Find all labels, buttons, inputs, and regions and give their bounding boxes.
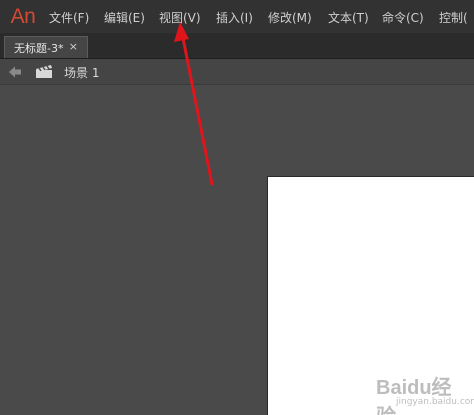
edit-bar: 场景 1 xyxy=(0,59,474,85)
menu-file[interactable]: 文件(F) xyxy=(49,9,89,26)
menu-text[interactable]: 文本(T) xyxy=(328,9,369,26)
menu-bar: An 文件(F) 编辑(E) 视图(V) 插入(I) 修改(M) 文本(T) 命… xyxy=(0,0,474,33)
app-window: An 文件(F) 编辑(E) 视图(V) 插入(I) 修改(M) 文本(T) 命… xyxy=(0,0,474,415)
menu-control[interactable]: 控制( xyxy=(439,9,468,26)
menu-commands[interactable]: 命令(C) xyxy=(382,9,424,26)
menu-modify[interactable]: 修改(M) xyxy=(268,9,312,26)
document-tab-bar: 无标题-3* × xyxy=(0,33,474,59)
watermark-sub-text: jingyan.baidu.com xyxy=(396,397,474,407)
clapperboard-icon xyxy=(36,65,52,78)
menu-insert[interactable]: 插入(I) xyxy=(216,9,253,26)
document-tab[interactable]: 无标题-3* × xyxy=(4,36,88,58)
app-logo: An xyxy=(10,4,36,28)
baidu-watermark: Baidu经验 jingyan.baidu.com xyxy=(360,367,474,415)
document-tab-label: 无标题-3* xyxy=(14,41,64,55)
back-arrow-icon[interactable] xyxy=(8,65,22,79)
scene-label[interactable]: 场景 1 xyxy=(64,64,99,81)
close-icon[interactable]: × xyxy=(69,40,78,53)
menu-view[interactable]: 视图(V) xyxy=(159,9,201,26)
menu-edit[interactable]: 编辑(E) xyxy=(104,9,145,26)
watermark-main-text: Baidu经验 xyxy=(376,377,452,415)
